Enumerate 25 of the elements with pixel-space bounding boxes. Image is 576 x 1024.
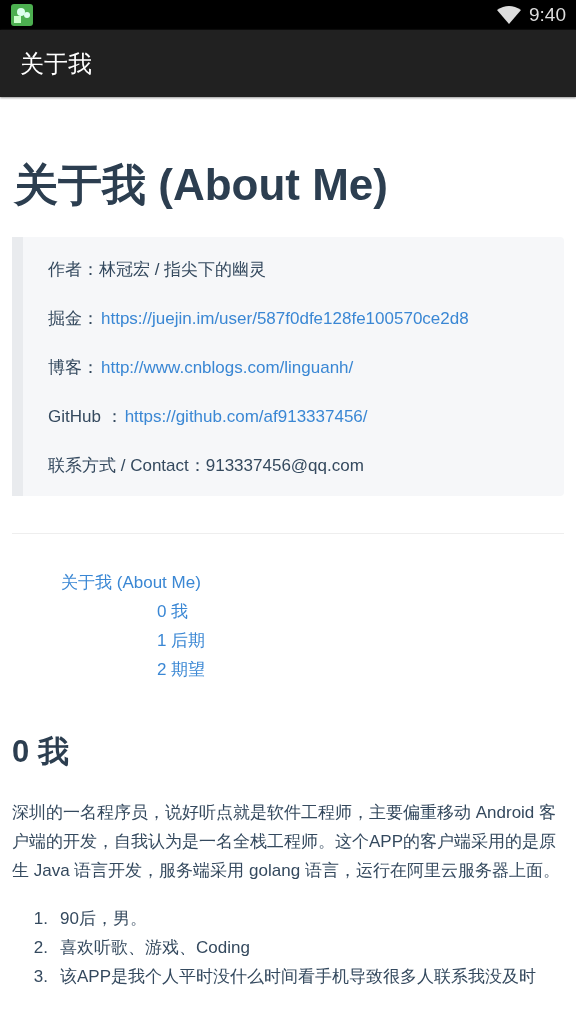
info-label: 掘金： (48, 309, 99, 328)
info-label: 博客： (48, 358, 99, 377)
info-link[interactable]: https://juejin.im/user/587f0dfe128fe100570ce2d8 (101, 309, 469, 328)
toc-link[interactable]: 关于我 (About Me) (61, 573, 201, 592)
wifi-icon (497, 6, 521, 24)
paragraph: 深圳的一名程序员，说好听点就是软件工程师，主要偏重移动 Android 客户端的开发，自我认为是一名全栈工程师。这个APP的客户端采用的是原生 Java 语言开发，服务端采用 golang 语言，运行在阿里云服务器上面。 (12, 802, 561, 882)
toc-link[interactable]: 2 期望 (157, 660, 206, 679)
list-number: 3. (32, 966, 48, 988)
list-item-text: 该APP是我个人平时没什么时间看手机导致很多人联系我没及时 (60, 966, 537, 988)
list-number: 2. (32, 937, 48, 959)
page-title: 关于我 (About Me) (14, 159, 389, 211)
info-link[interactable]: http://www.cnblogs.com/linguanh/ (101, 358, 354, 377)
section-heading: 0 我 (12, 733, 70, 771)
info-link[interactable]: https://github.com/af913337456/ (124, 407, 368, 426)
app-notification-icon (11, 4, 33, 26)
info-text: 作者：林冠宏 / 指尖下的幽灵 (48, 259, 268, 281)
info-label: GitHub ： (48, 407, 123, 426)
info-text: 联系方式 / Contact：913337456@qq.com (48, 455, 365, 477)
list-number: 1. (32, 908, 48, 930)
app-title: 关于我 (20, 48, 92, 79)
toc-link[interactable]: 0 我 (157, 602, 189, 621)
toc-link[interactable]: 1 后期 (157, 631, 206, 650)
list-item-text: 喜欢听歌、游戏、Coding (60, 937, 250, 959)
list-item-text: 90后，男。 (60, 908, 147, 930)
clock-time: 9:40 (529, 4, 566, 26)
